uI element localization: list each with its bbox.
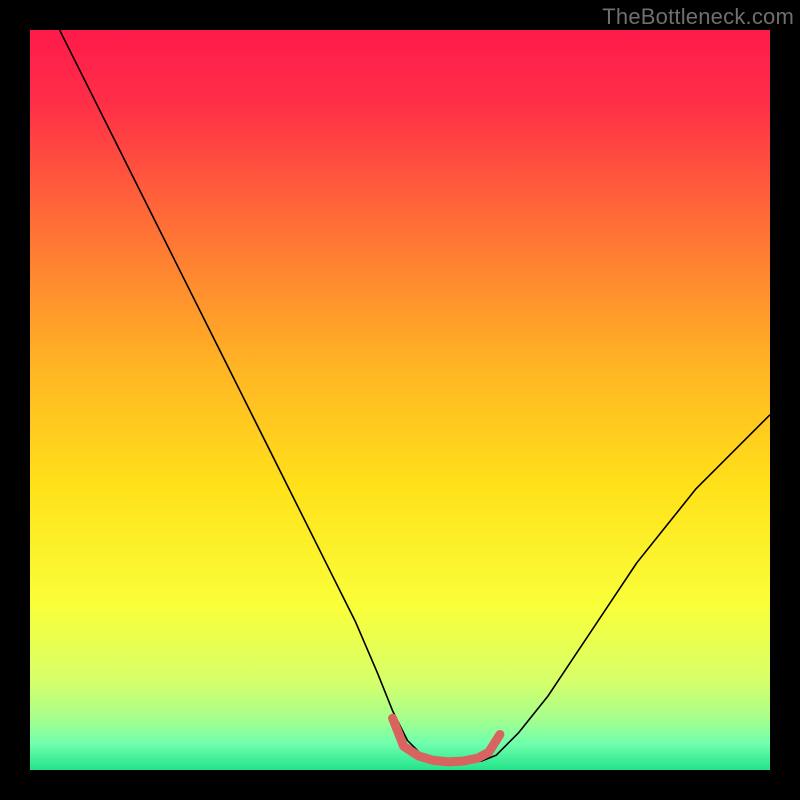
bottleneck-chart bbox=[30, 30, 770, 770]
chart-frame: TheBottleneck.com bbox=[0, 0, 800, 800]
watermark-text: TheBottleneck.com bbox=[602, 4, 794, 30]
plot-area bbox=[30, 30, 770, 770]
gradient-background bbox=[30, 30, 770, 770]
